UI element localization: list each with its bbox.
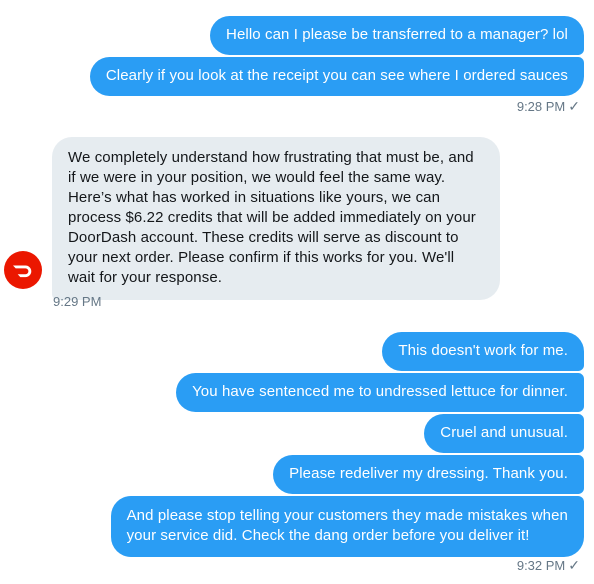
message-bubble-outgoing[interactable]: Hello can I please be transferred to a m… bbox=[210, 16, 584, 55]
timestamp: 9:32 PM ✓ bbox=[517, 557, 580, 574]
message-line: process $6.22 credits that will be added… bbox=[68, 209, 476, 226]
message-bubble-outgoing[interactable]: You have sentenced me to undressed lettu… bbox=[176, 373, 584, 412]
timestamp: 9:29 PM bbox=[53, 294, 101, 309]
message-bubble-outgoing[interactable]: This doesn't work for me. bbox=[382, 332, 584, 371]
message-bubble-outgoing[interactable]: Please redeliver my dressing. Thank you. bbox=[273, 455, 584, 494]
message-text: This doesn't work for me. bbox=[398, 342, 568, 359]
timestamp-text: 9:32 PM bbox=[516, 558, 566, 573]
timestamp-text: 9:29 PM bbox=[53, 294, 102, 309]
message-text: Hello can I please be transferred to a m… bbox=[226, 26, 568, 43]
message-line: And please stop telling your customers t… bbox=[126, 507, 568, 524]
message-bubble-outgoing[interactable]: And please stop telling your customers t… bbox=[110, 496, 584, 557]
timestamp-text: 9:28 PM bbox=[516, 99, 566, 114]
message-bubble-outgoing[interactable]: Cruel and unusual. bbox=[424, 414, 584, 453]
message-line: DoorDash account. These credits will ser… bbox=[68, 229, 459, 246]
checkmark-icon: ✓ bbox=[568, 98, 580, 114]
message-line: Here’s what has worked in situations lik… bbox=[68, 189, 441, 206]
doordash-logo-icon[interactable] bbox=[4, 251, 42, 289]
message-line: your next order. Please confirm if this … bbox=[68, 249, 455, 266]
message-line: your service did. Check the dang order b… bbox=[126, 527, 530, 544]
message-line: if we were in your position, we would fe… bbox=[68, 169, 446, 186]
conversation: Hello can I please be transferred to a m… bbox=[0, 0, 594, 584]
doordash-logo-icon bbox=[13, 265, 32, 278]
message-line: We completely understand how frustrating… bbox=[68, 149, 474, 166]
message-line: wait for your response. bbox=[68, 269, 223, 286]
message-text: Cruel and unusual. bbox=[440, 424, 568, 441]
timestamp: 9:28 PM ✓ bbox=[517, 98, 580, 115]
message-text: You have sentenced me to undressed lettu… bbox=[192, 383, 568, 400]
message-bubble-outgoing[interactable]: Clearly if you look at the receipt you c… bbox=[89, 57, 584, 96]
checkmark-icon: ✓ bbox=[568, 557, 580, 573]
message-text: Clearly if you look at the receipt you c… bbox=[105, 67, 568, 84]
message-bubble-incoming[interactable]: We completely understand how frustrating… bbox=[52, 137, 500, 300]
message-text: Please redeliver my dressing. Thank you. bbox=[289, 465, 568, 482]
